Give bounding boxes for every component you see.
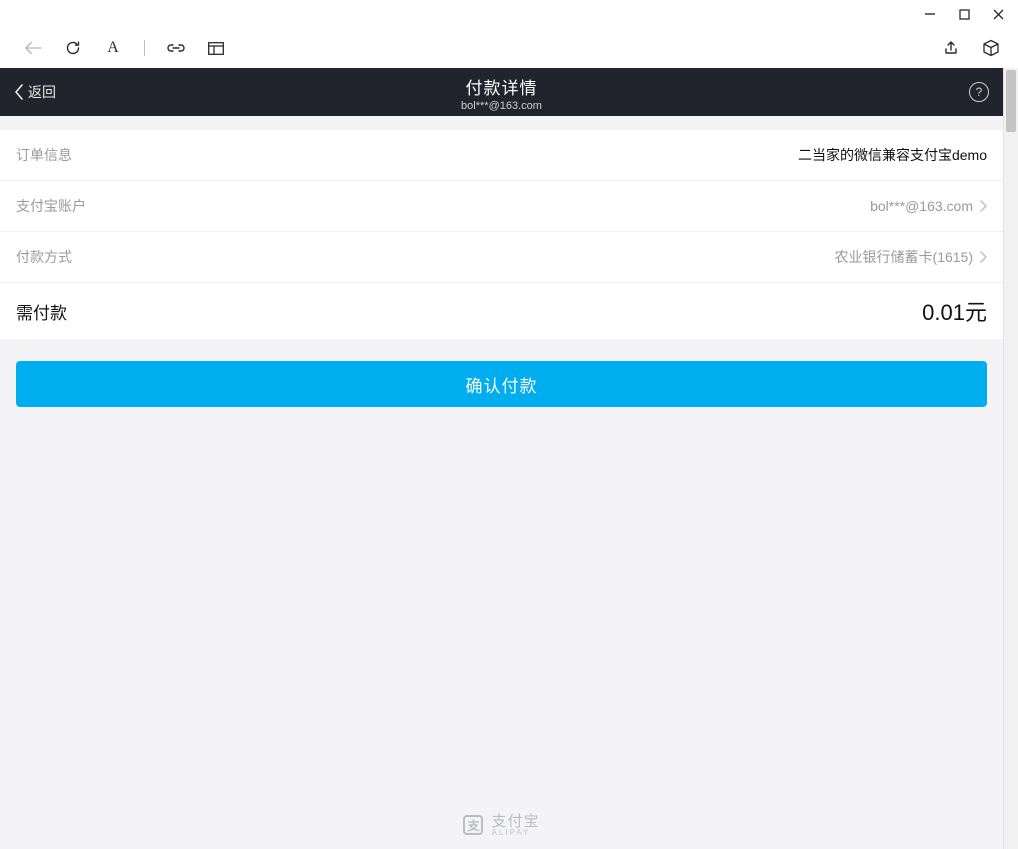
row-value: 农业银行储蓄卡(1615) [835,247,973,267]
scrollbar-thumb[interactable] [1006,70,1016,132]
chevron-right-icon [979,251,987,263]
alipay-logo-icon: 支 [463,815,483,835]
footer-brand: 支 支付宝 ALIPAY [0,801,1003,849]
chevron-left-icon [14,84,24,100]
window-controls [0,0,1018,28]
window-maximize-icon[interactable] [958,8,970,20]
page-title: 付款详情 [0,74,1003,99]
back-arrow-icon[interactable] [24,39,42,57]
row-label: 付款方式 [16,247,72,267]
layout-icon[interactable] [207,39,225,57]
row-account[interactable]: 支付宝账户 bol***@163.com [0,181,1003,232]
vertical-scrollbar[interactable] [1003,68,1018,849]
row-label: 支付宝账户 [16,196,86,216]
page-header: 返回 付款详情 bol***@163.com ? [0,68,1003,116]
browser-toolbar: A [0,28,1018,68]
cube-icon[interactable] [982,39,1000,57]
row-value: 0.01元 [922,295,987,327]
toolbar-separator [144,40,145,56]
row-value: 二当家的微信兼容支付宝demo [798,145,987,165]
text-size-label: A [107,39,119,57]
section-gap [0,116,1003,130]
row-label: 订单信息 [16,145,72,165]
link-icon[interactable] [167,39,185,57]
help-icon[interactable]: ? [969,82,989,102]
confirm-wrap: 确认付款 [0,339,1003,407]
text-size-icon[interactable]: A [104,39,122,57]
row-value: bol***@163.com [870,198,973,214]
brand-name-cn: 支付宝 [491,814,539,829]
chevron-right-icon [979,200,987,212]
reload-icon[interactable] [64,39,82,57]
row-label: 需付款 [16,299,67,324]
share-icon[interactable] [942,39,960,57]
row-order-info: 订单信息 二当家的微信兼容支付宝demo [0,130,1003,181]
row-payment-method[interactable]: 付款方式 农业银行储蓄卡(1615) [0,232,1003,283]
viewport: 返回 付款详情 bol***@163.com ? 订单信息 二当家的微信兼容支付… [0,68,1018,849]
confirm-payment-button[interactable]: 确认付款 [16,361,987,407]
back-button[interactable]: 返回 [14,82,56,102]
brand-name-en: ALIPAY [491,829,539,837]
page-subtitle: bol***@163.com [0,100,1003,112]
back-label: 返回 [28,82,56,102]
window-minimize-icon[interactable] [924,8,936,20]
window-close-icon[interactable] [992,8,1004,20]
row-amount-due: 需付款 0.01元 [0,283,1003,339]
page-content: 返回 付款详情 bol***@163.com ? 订单信息 二当家的微信兼容支付… [0,68,1003,849]
